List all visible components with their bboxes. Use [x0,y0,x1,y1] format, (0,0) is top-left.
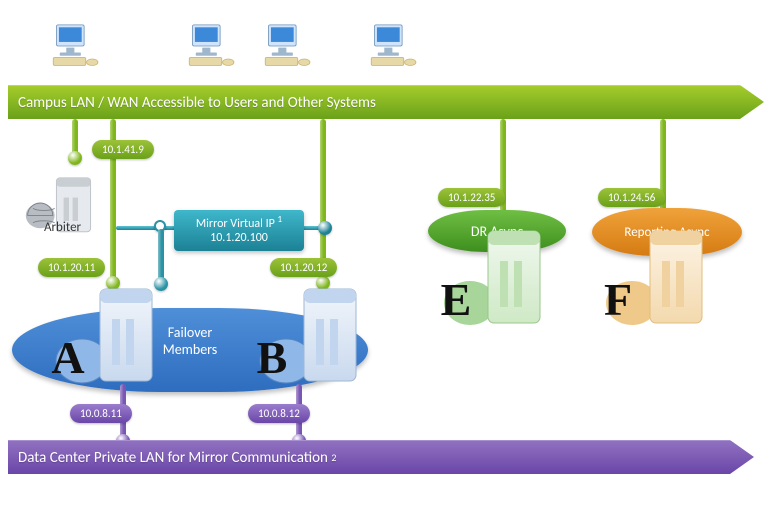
server-e-letter: E [424,267,488,331]
campus-lan-label: Campus LAN / WAN Accessible to Users and… [18,94,376,112]
ip-label-private-b: 10.0.8.12 [248,404,310,423]
server-b-icon: B [258,275,378,395]
virtual-ip-sup: 1 [278,214,283,225]
workstation-icon [186,20,238,72]
private-lan-sup: 2 [331,451,336,464]
ip-label-dr-async: 10.1.22.35 [438,188,505,207]
ip-label-private-a: 10.0.8.11 [70,404,132,423]
server-a-icon: A [54,275,174,395]
ip-label-arbiter: 10.1.41.9 [92,140,154,159]
server-a-letter: A [36,325,100,389]
server-e-icon: E [442,217,562,337]
workstation-icon [50,20,102,72]
workstation-icon [262,20,314,72]
arbiter-label: Arbiter [44,220,81,235]
server-f-letter: F [586,267,650,331]
vip-drop-left [158,229,164,285]
virtual-ip-value: 10.1.20.100 [180,231,298,245]
private-lan-label: Data Center Private LAN for Mirror Commu… [18,449,328,467]
vip-endpoint-right-icon [318,221,332,235]
campus-lan-bar: Campus LAN / WAN Accessible to Users and… [8,85,764,119]
server-f-icon: F [604,217,724,337]
ip-label-reporting: 10.1.24.56 [598,188,665,207]
virtual-ip-title: Mirror Virtual IP [196,217,275,231]
virtual-ip-box: Mirror Virtual IP 1 10.1.20.100 [174,210,304,251]
workstation-icon [368,20,420,72]
private-lan-bar: Data Center Private LAN for Mirror Commu… [8,440,754,474]
server-b-letter: B [240,325,304,389]
connector-campus-to-arbiter [72,119,78,159]
